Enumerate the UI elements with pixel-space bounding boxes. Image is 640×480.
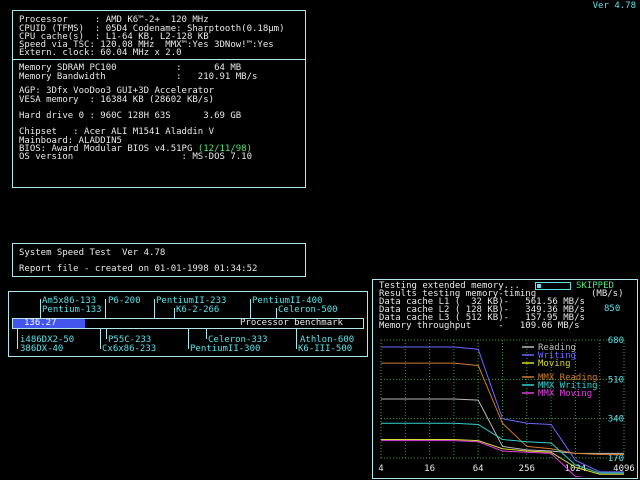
tick-line — [206, 329, 207, 339]
benchmark-label: Processor benchmark — [240, 318, 343, 328]
tick-line — [250, 299, 251, 318]
x-tick-label: 4 — [378, 464, 383, 474]
y-tick-label: 510 — [608, 375, 624, 385]
divider — [13, 59, 305, 60]
bench-bot-row2-1: Cx6x86-233 — [102, 344, 157, 354]
x-tick-label: 64 — [473, 464, 484, 474]
speed-test-title: System Speed Test Ver 4.78 — [19, 248, 166, 258]
tick-line — [17, 329, 18, 349]
cpu-line-4: Extern. clock: 60.04 MHz x 2.0 — [19, 48, 182, 58]
tick-line — [40, 299, 41, 318]
bench-bot-row2-0: 386DX-40 — [20, 344, 64, 354]
bench-top-row2-2: Celeron-500 — [278, 305, 338, 315]
tick-line — [105, 299, 106, 318]
os-line: OS version : MS-DOS 7.10 — [19, 152, 252, 162]
y-tick-label: 340 — [608, 415, 624, 425]
tick-line — [296, 329, 297, 349]
tick-line — [100, 329, 101, 349]
tick-line — [106, 329, 107, 339]
y-tick-label: 170 — [608, 454, 624, 464]
legend-label: MMX Moving — [538, 389, 592, 399]
tick-line — [188, 329, 189, 349]
hdd-line: Hard drive 0 : 960C 128H 63S 3.69 GB — [19, 111, 242, 121]
benchmark-value: 136.27 — [24, 318, 57, 328]
tick-line — [154, 299, 155, 318]
tick-line — [276, 308, 277, 318]
x-tick-label: 16 — [424, 464, 435, 474]
x-tick-label: 4096 — [613, 464, 635, 474]
video-line-1: VESA memory : 16384 KB (28602 KB/s) — [19, 95, 215, 105]
version-label: Ver 4.78 — [592, 1, 636, 11]
bench-top-row2-0: Pentium-133 — [42, 305, 102, 315]
memory-line-1: Memory Bandwidth : 210.91 MB/s — [19, 72, 258, 82]
bench-bot-row2-2: PentiumII-300 — [190, 344, 261, 354]
legend-label: Moving — [538, 359, 571, 369]
memory-timing-chart: 6805103401704 16 64 256 1024 4096ReadingWriti… — [378, 336, 635, 477]
bench-bot-row2-3: K6-III-500 — [298, 344, 353, 354]
x-tick-label: 256 — [519, 464, 535, 474]
bench-top-row2-1: K6-2-266 — [176, 305, 220, 315]
tick-line — [174, 308, 175, 318]
bench-top-row1-1: P6-200 — [108, 296, 141, 306]
y-tick-label: 680 — [608, 336, 624, 346]
report-file-line: Report file - created on 01-01-1998 01:3… — [19, 264, 258, 274]
